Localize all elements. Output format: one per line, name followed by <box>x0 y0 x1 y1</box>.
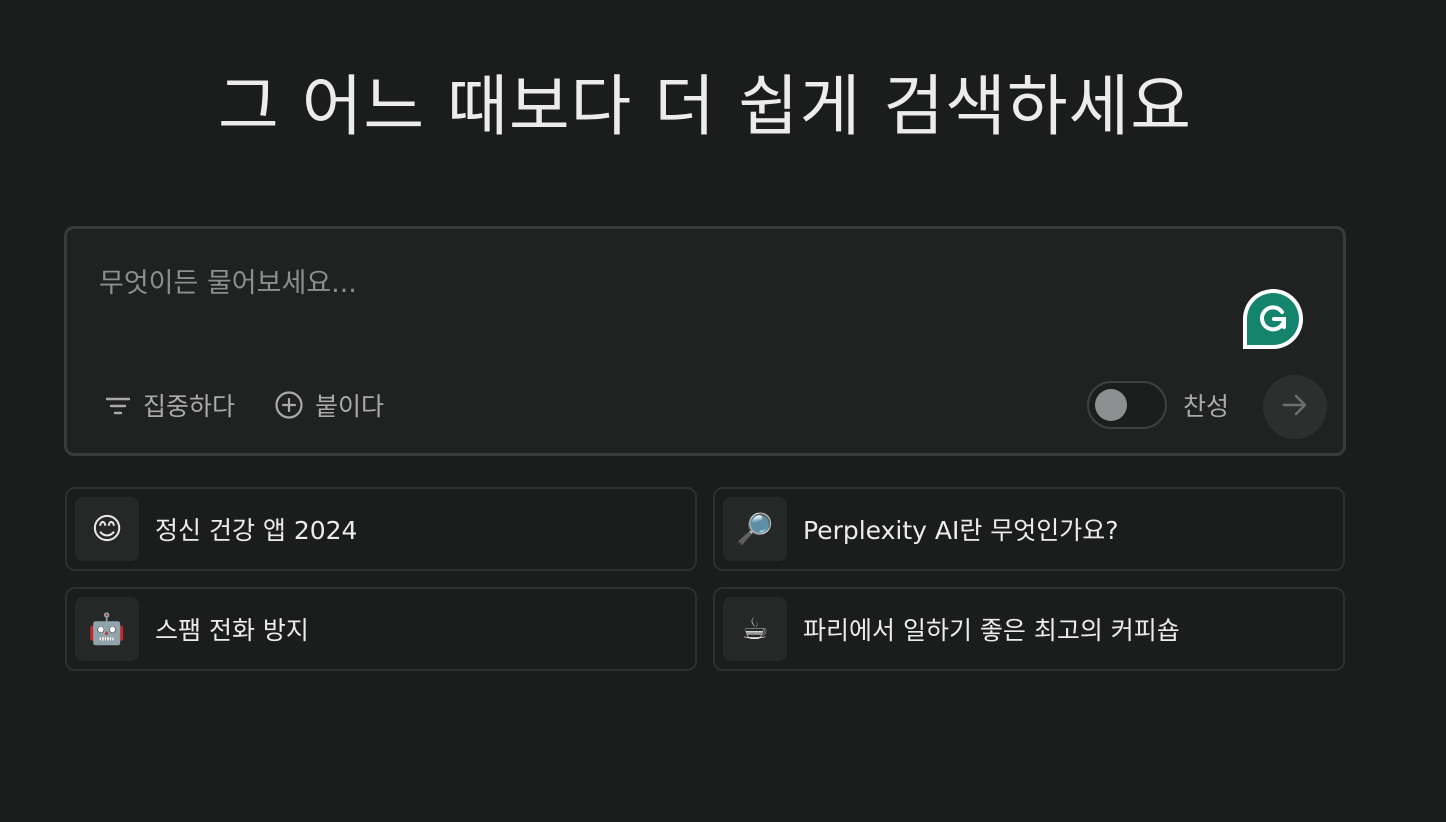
suggestion-item[interactable]: 🤖 스팸 전화 방지 <box>65 587 697 671</box>
magnifying-glass-icon: 🔎 <box>723 497 787 561</box>
submit-button[interactable] <box>1263 375 1327 439</box>
smiling-face-icon: 😊 <box>75 497 139 561</box>
coffee-icon: ☕ <box>723 597 787 661</box>
attach-label: 붙이다 <box>315 392 385 421</box>
search-box: 집중하다 붙이다 찬성 <box>64 226 1346 456</box>
plus-circle-icon <box>273 389 305 421</box>
suggestion-label: Perplexity AI란 무엇인가요? <box>803 516 1119 545</box>
arrow-right-icon <box>1280 390 1310 424</box>
suggestion-item[interactable]: 😊 정신 건강 앱 2024 <box>65 487 697 571</box>
pro-toggle[interactable] <box>1087 381 1167 429</box>
focus-button[interactable]: 집중하다 <box>103 383 235 427</box>
grammarly-g-icon <box>1247 293 1299 345</box>
suggestion-grid: 😊 정신 건강 앱 2024 🔎 Perplexity AI란 무엇인가요? 🤖… <box>65 487 1345 671</box>
suggestion-label: 정신 건강 앱 2024 <box>155 516 358 545</box>
page: 그 어느 때보다 더 쉽게 검색하세요 집중하다 <box>0 0 1446 822</box>
attach-button[interactable]: 붙이다 <box>273 383 384 427</box>
suggestion-item[interactable]: 🔎 Perplexity AI란 무엇인가요? <box>713 487 1345 571</box>
robot-icon: 🤖 <box>75 597 139 661</box>
suggestion-item[interactable]: ☕ 파리에서 일하기 좋은 최고의 커피숍 <box>713 587 1345 671</box>
filter-icon <box>103 390 133 420</box>
search-input[interactable] <box>99 263 1219 303</box>
suggestion-label: 스팸 전화 방지 <box>155 616 309 645</box>
grammarly-icon[interactable] <box>1243 289 1303 349</box>
pro-label: 찬성 <box>1183 392 1230 421</box>
suggestion-label: 파리에서 일하기 좋은 최고의 커피숍 <box>803 616 1180 645</box>
focus-label: 집중하다 <box>143 392 236 421</box>
toggle-knob <box>1095 389 1127 421</box>
page-title: 그 어느 때보다 더 쉽게 검색하세요 <box>218 68 1192 145</box>
